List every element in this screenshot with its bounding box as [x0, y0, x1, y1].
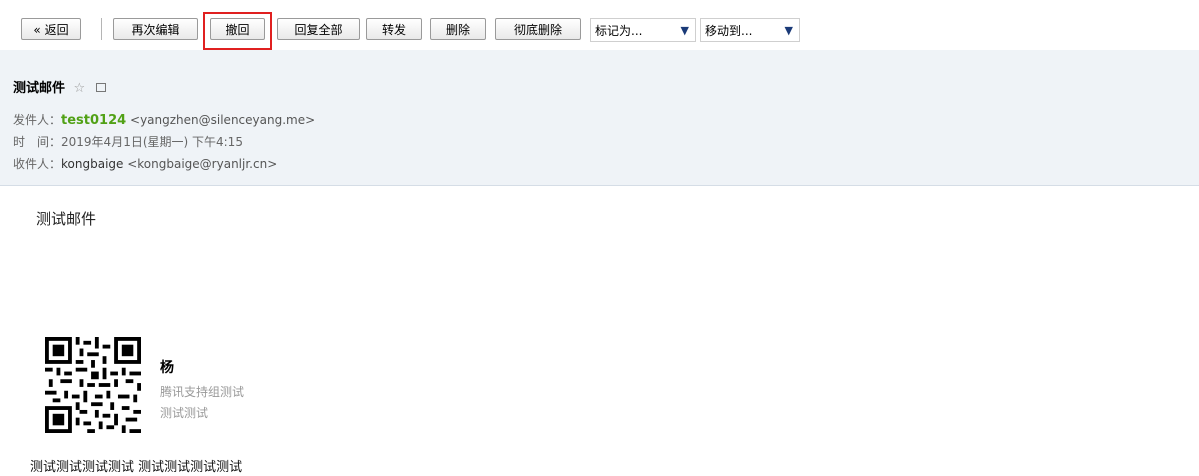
mail-subject: 测试邮件 ☆	[13, 77, 106, 96]
signature-footer: 测试测试测试测试 测试测试测试测试	[30, 460, 243, 475]
from-line: 发件人：test0124 <yangzhen@silenceyang.me>	[13, 111, 315, 128]
time-label: 时 间：	[13, 135, 62, 149]
to-label: 收件人：	[13, 157, 62, 171]
subject-text: 测试邮件	[13, 81, 66, 96]
to-line: 收件人：kongbaige <kongbaige@ryanljr.cn>	[13, 155, 277, 172]
mark-as-label: 标记为...	[595, 24, 643, 38]
from-label: 发件人：	[13, 113, 62, 127]
mark-as-select[interactable]: 标记为... ▼	[590, 18, 696, 42]
sender-name[interactable]: test0124	[61, 113, 126, 128]
star-icon[interactable]: ☆	[74, 81, 86, 96]
recall-highlight-box	[203, 12, 272, 50]
move-to-select[interactable]: 移动到... ▼	[700, 18, 800, 42]
mail-body: 测试邮件	[36, 210, 97, 228]
reply-all-button[interactable]: 回复全部	[277, 18, 360, 40]
back-button[interactable]: « 返回	[21, 18, 81, 40]
recipient-name[interactable]: kongbaige	[61, 157, 123, 171]
delete-permanently-button[interactable]: 彻底删除	[495, 18, 581, 40]
sender-email: <yangzhen@silenceyang.me>	[130, 113, 316, 127]
time-value: 2019年4月1日(星期一) 下午4:15	[61, 135, 243, 149]
signature-line-2: 测试测试	[160, 406, 209, 420]
signature-line-1: 腾讯支持组测试	[160, 385, 245, 399]
toolbar-separator	[101, 18, 102, 40]
chevron-down-icon: ▼	[784, 24, 793, 37]
reedit-button[interactable]: 再次编辑	[113, 18, 198, 40]
signature-name: 杨	[160, 360, 174, 376]
delete-button[interactable]: 删除	[430, 18, 486, 40]
move-to-label: 移动到...	[705, 24, 753, 38]
mail-toolbar: « 返回 再次编辑 撤回 回复全部 转发 删除 彻底删除 标记为... ▼ 移动…	[0, 0, 1199, 50]
forward-button[interactable]: 转发	[366, 18, 422, 40]
qr-code-image	[45, 337, 141, 433]
time-line: 时 间：2019年4月1日(星期一) 下午4:15	[13, 133, 243, 150]
chevron-down-icon: ▼	[680, 24, 689, 37]
popout-icon[interactable]	[95, 83, 106, 92]
recipient-email: <kongbaige@ryanljr.cn>	[127, 157, 278, 171]
